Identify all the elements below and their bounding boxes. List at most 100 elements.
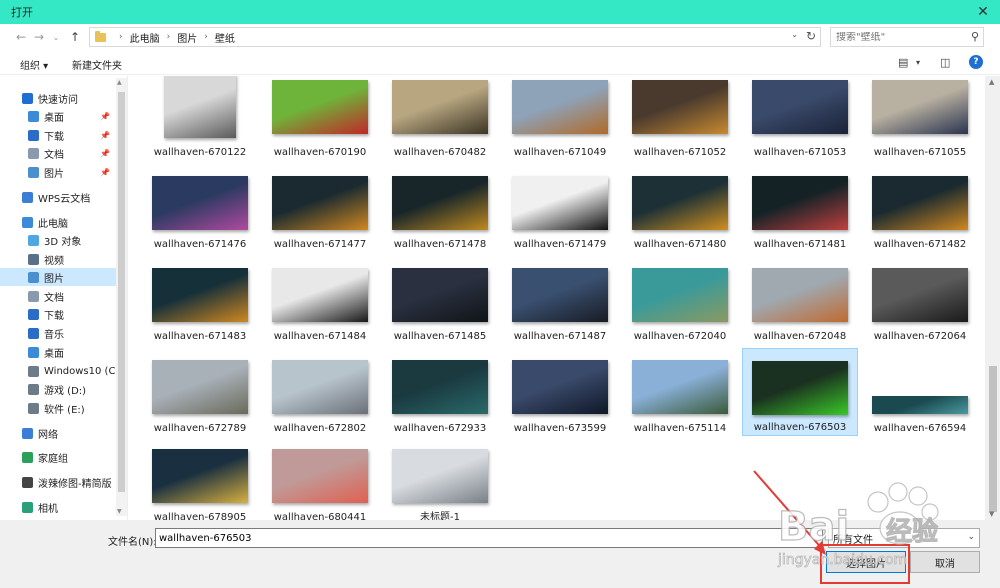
chevron-right-icon[interactable]: › <box>204 32 208 42</box>
file-name-label: wallhaven-675114 <box>633 423 727 434</box>
breadcrumb-wallpaper[interactable]: 壁纸 <box>215 30 235 45</box>
up-arrow-icon[interactable]: ↑ <box>67 28 83 46</box>
file-item[interactable]: wallhaven-671055 <box>862 76 978 160</box>
sidebar-item[interactable]: 泼辣修图-精简版 <box>0 473 116 491</box>
recent-locations-chevron-icon[interactable]: ⌄ <box>48 28 64 46</box>
file-item[interactable]: wallhaven-672933 <box>382 348 498 436</box>
sidebar-item[interactable]: 游戏 (D:) <box>0 380 116 398</box>
file-item[interactable]: wallhaven-671485 <box>382 256 498 344</box>
content-scrollbar-thumb[interactable] <box>989 366 997 512</box>
file-item[interactable]: wallhaven-676594 <box>862 348 978 436</box>
sidebar-item[interactable]: 下载 <box>0 305 116 323</box>
sidebar-item[interactable]: 图片 📌 <box>0 163 116 181</box>
file-item[interactable]: wallhaven-671480 <box>622 164 738 252</box>
file-item[interactable]: wallhaven-672789 <box>142 348 258 436</box>
file-item[interactable]: wallhaven-680441 <box>262 437 378 520</box>
breadcrumb-pictures[interactable]: 图片 <box>177 30 197 45</box>
breadcrumb-this-pc[interactable]: 此电脑 <box>130 30 160 45</box>
sidebar-item[interactable]: 软件 (E:) <box>0 399 116 417</box>
app-icon <box>22 476 33 488</box>
content-scrollbar[interactable]: ▲ ▼ <box>985 76 1000 520</box>
sidebar-item[interactable]: 音乐 <box>0 324 116 342</box>
chevron-right-icon[interactable]: › <box>119 32 123 42</box>
computer-icon <box>22 216 33 228</box>
sidebar-item[interactable]: 网络 <box>0 424 116 442</box>
sidebar-item[interactable]: WPS云文档 <box>0 188 116 206</box>
filename-input[interactable] <box>155 528 823 548</box>
file-item[interactable]: wallhaven-671053 <box>742 76 858 160</box>
preview-pane-icon[interactable]: ◫ <box>940 56 950 69</box>
scroll-down-icon[interactable]: ▼ <box>989 510 994 518</box>
pin-icon: 📌 <box>100 130 110 140</box>
file-item[interactable]: wallhaven-671049 <box>502 76 618 160</box>
file-name-label: wallhaven-671055 <box>873 147 967 158</box>
search-icon[interactable]: ⚲ <box>971 30 979 43</box>
sidebar-item[interactable]: 桌面 📌 <box>0 107 116 125</box>
image-thumbnail <box>512 176 608 230</box>
file-name-label: wallhaven-672802 <box>273 423 367 434</box>
file-item[interactable]: wallhaven-673599 <box>502 348 618 436</box>
file-item[interactable]: 未标题-1 <box>382 437 498 520</box>
sidebar-item[interactable]: Windows10 (C: <box>0 362 116 380</box>
file-item[interactable]: wallhaven-671483 <box>142 256 258 344</box>
sidebar-item[interactable]: 此电脑 <box>0 213 116 231</box>
sidebar-item[interactable]: 视频 <box>0 250 116 268</box>
sidebar-item[interactable]: 桌面 <box>0 343 116 361</box>
file-item[interactable]: wallhaven-676503 <box>742 348 858 436</box>
scroll-down-icon[interactable]: ▼ <box>117 508 122 515</box>
file-item[interactable]: wallhaven-672064 <box>862 256 978 344</box>
file-item[interactable]: wallhaven-671482 <box>862 164 978 252</box>
refresh-icon[interactable]: ↻ <box>806 29 816 43</box>
back-arrow-icon[interactable]: ← <box>13 28 29 46</box>
file-item[interactable]: wallhaven-672802 <box>262 348 378 436</box>
file-item[interactable]: wallhaven-670190 <box>262 76 378 160</box>
search-input[interactable] <box>836 31 956 43</box>
chevron-right-icon[interactable]: › <box>167 32 171 42</box>
file-item[interactable]: wallhaven-672040 <box>622 256 738 344</box>
sidebar-item[interactable]: 快速访问 <box>0 89 116 107</box>
sidebar-item[interactable]: 文档 📌 <box>0 144 116 162</box>
file-item[interactable]: wallhaven-671484 <box>262 256 378 344</box>
chevron-down-icon[interactable]: ⌄ <box>967 532 975 542</box>
desktop-icon <box>28 346 39 358</box>
sidebar-item[interactable]: 图片 <box>0 268 116 286</box>
address-bar[interactable]: › 此电脑 › 图片 › 壁纸 ⌄ ↻ <box>89 27 821 47</box>
file-item[interactable]: wallhaven-671487 <box>502 256 618 344</box>
new-folder-button[interactable]: 新建文件夹 <box>72 57 122 72</box>
help-icon[interactable]: ? <box>969 55 983 69</box>
file-item[interactable]: wallhaven-671052 <box>622 76 738 160</box>
sidebar-scrollbar[interactable]: ▲ ▼ <box>116 78 127 516</box>
file-item[interactable]: wallhaven-671479 <box>502 164 618 252</box>
close-icon[interactable]: ✕ <box>972 2 994 22</box>
forward-arrow-icon[interactable]: → <box>31 28 47 46</box>
sidebar-item-label: 图片 <box>44 273 64 285</box>
file-item[interactable]: wallhaven-675114 <box>622 348 738 436</box>
organize-button[interactable]: 组织 ▾ <box>20 57 48 72</box>
sidebar-item[interactable]: 家庭组 <box>0 448 116 466</box>
sidebar-item[interactable]: 3D 对象 <box>0 231 116 249</box>
sidebar-item-label: Windows10 (C: <box>44 365 116 377</box>
sidebar-scrollbar-thumb[interactable] <box>118 92 125 492</box>
file-item[interactable]: wallhaven-671476 <box>142 164 258 252</box>
file-item[interactable]: wallhaven-671477 <box>262 164 378 252</box>
view-options-icon[interactable]: ▤ <box>898 56 908 69</box>
scroll-up-icon[interactable]: ▲ <box>117 79 122 86</box>
chevron-down-icon[interactable]: ▾ <box>916 58 920 67</box>
file-item[interactable]: wallhaven-670482 <box>382 76 498 160</box>
search-box[interactable]: ⚲ <box>830 27 984 47</box>
file-name-label: wallhaven-676594 <box>873 423 967 434</box>
file-item[interactable]: wallhaven-671481 <box>742 164 858 252</box>
homegroup-icon <box>22 451 33 463</box>
pictures-icon <box>28 166 39 178</box>
file-item[interactable]: wallhaven-678905 <box>142 437 258 520</box>
cancel-button[interactable]: 取消 <box>910 551 980 573</box>
file-item[interactable]: wallhaven-671478 <box>382 164 498 252</box>
chevron-down-icon[interactable]: ⌄ <box>791 30 798 39</box>
file-name-label: wallhaven-671482 <box>873 239 967 250</box>
file-item[interactable]: wallhaven-672048 <box>742 256 858 344</box>
sidebar-item[interactable]: 下载 📌 <box>0 126 116 144</box>
sidebar-item[interactable]: 相机 <box>0 498 116 516</box>
sidebar-item[interactable]: 文档 <box>0 287 116 305</box>
scroll-up-icon[interactable]: ▲ <box>989 78 994 86</box>
file-item[interactable]: wallhaven-670122 <box>142 76 258 160</box>
